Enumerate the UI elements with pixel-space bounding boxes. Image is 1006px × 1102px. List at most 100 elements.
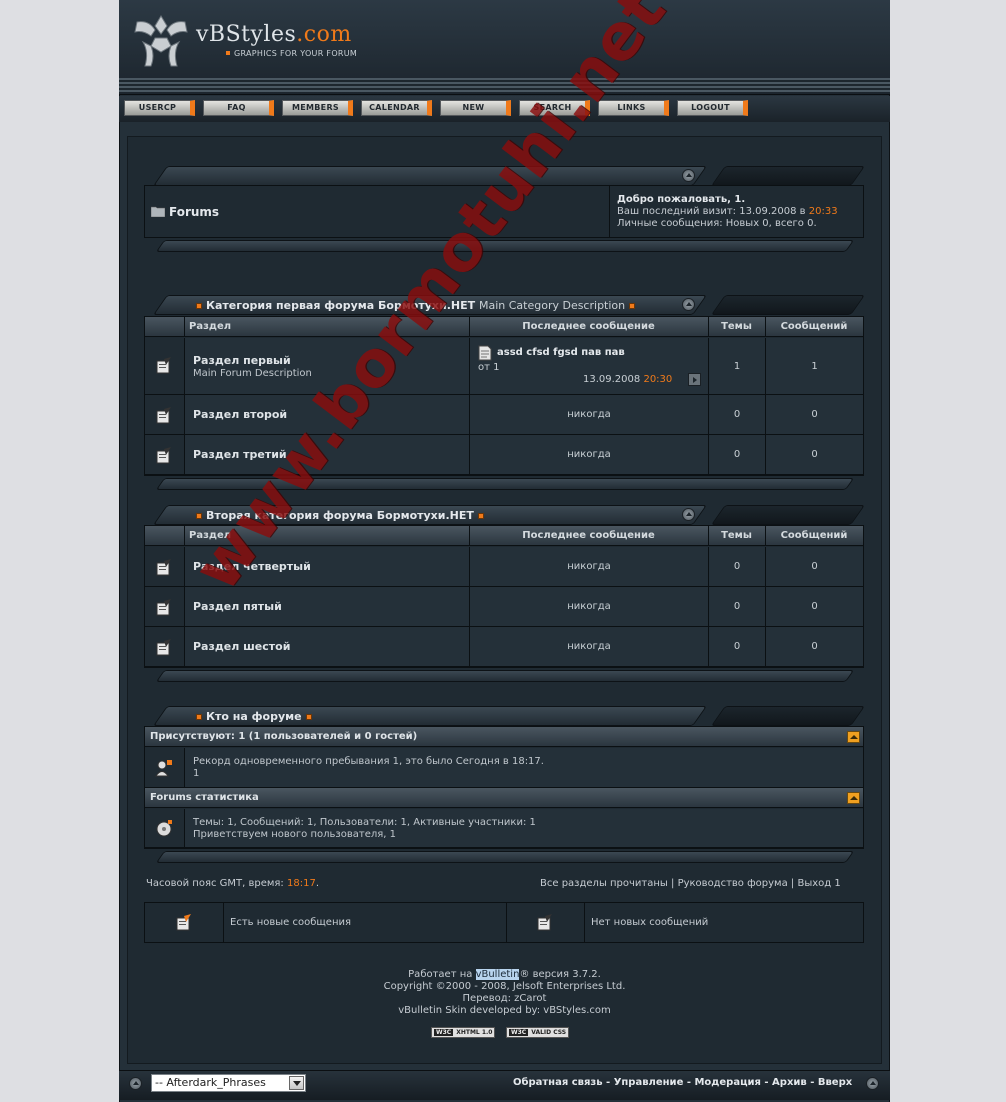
stats-icon xyxy=(156,820,172,837)
style-select[interactable]: -- Afterdark_Phrases xyxy=(151,1074,306,1092)
forum-guide-link[interactable]: Руководство форума xyxy=(678,878,788,889)
forum-posts: 0 xyxy=(765,547,863,586)
nav-calendar-button[interactable]: CALENDAR xyxy=(361,100,432,116)
vbulletin-link[interactable]: vBulletin xyxy=(475,969,520,980)
record-text: Рекорд одновременного пребывания 1, это … xyxy=(193,756,544,767)
category1-header: Раздел Последнее сообщение Темы Сообщени… xyxy=(145,317,863,337)
forum-posts: 0 xyxy=(765,395,863,434)
last-post-author[interactable]: от 1 xyxy=(478,362,499,373)
header xyxy=(119,0,890,95)
forum-threads: 0 xyxy=(708,435,765,474)
collapse-online-icon[interactable] xyxy=(847,731,860,743)
nav-members-button[interactable]: MEMBERS xyxy=(282,100,353,116)
powered-by: Работает на vBulletin® версия 3.7.2. xyxy=(408,969,601,980)
users-online-icon xyxy=(155,760,172,777)
forum-posts: 0 xyxy=(765,435,863,474)
collapse-category2-icon[interactable] xyxy=(682,508,695,521)
last-post-title[interactable]: assd cfsd fgsd пав пав xyxy=(497,347,625,358)
logout-link[interactable]: Выход 1 xyxy=(797,878,840,889)
footer-links: Все разделы прочитаны | Руководство фору… xyxy=(540,878,841,889)
admin-link[interactable]: Управление xyxy=(614,1077,684,1088)
collapse-breadcrumb-icon[interactable] xyxy=(682,169,695,182)
breadcrumb-cap xyxy=(152,166,708,186)
category2-cap-bottom xyxy=(155,670,855,682)
col-last-post[interactable]: Последнее сообщение xyxy=(469,526,708,546)
forum-name[interactable]: Раздел шестой xyxy=(193,640,290,653)
online-row: Рекорд одновременного пребывания 1, это … xyxy=(145,748,863,788)
forum-row: Раздел шестой никогда 0 0 xyxy=(145,627,863,667)
logo-text: vBStyles.com xyxy=(196,22,352,47)
col-threads[interactable]: Темы xyxy=(708,317,765,337)
forum-status-icon xyxy=(156,559,171,576)
online-users-list[interactable]: 1 xyxy=(193,768,199,779)
online-cap-bottom xyxy=(155,851,855,863)
goto-last-post-icon[interactable] xyxy=(688,373,701,386)
timezone-info: Часовой пояс GMT, время: 18:17. xyxy=(146,878,320,889)
col-posts[interactable]: Сообщений xyxy=(765,317,863,337)
logo-icon[interactable] xyxy=(131,12,191,70)
forum-threads: 1 xyxy=(708,338,765,394)
forum-status-icon xyxy=(156,447,171,464)
forum-name[interactable]: Раздел первый xyxy=(193,354,291,367)
nav-new-button[interactable]: NEW xyxy=(440,100,511,116)
legend-no-new-posts: Нет новых сообщений xyxy=(591,917,709,928)
folder-icon xyxy=(151,206,165,217)
xhtml-badge[interactable]: W3C XHTML 1.0 xyxy=(431,1027,496,1038)
newest-member: Приветствуем нового пользователя, 1 xyxy=(193,829,396,840)
online-cap-right xyxy=(710,706,866,726)
archive-link[interactable]: Архив xyxy=(772,1077,807,1088)
forum-last-post: никогда xyxy=(469,587,708,626)
forum-row: Раздел первый Main Forum Description ass… xyxy=(145,338,863,395)
col-posts[interactable]: Сообщений xyxy=(765,526,863,546)
last-visit: Ваш последний визит: 13.09.2008 в 20:33 xyxy=(617,206,838,217)
forum-row: Раздел пятый никогда 0 0 xyxy=(145,587,863,627)
moderation-link[interactable]: Модерация xyxy=(694,1077,760,1088)
nav-usercp-button[interactable]: USERCP xyxy=(124,100,195,116)
online-present-header[interactable]: Присутствуют: 1 (1 пользователей и 0 гос… xyxy=(145,727,863,747)
forum-threads: 0 xyxy=(708,587,765,626)
top-link[interactable]: Вверх xyxy=(818,1077,852,1088)
forum-row: Раздел второй никогда 0 0 xyxy=(145,395,863,435)
forum-posts: 0 xyxy=(765,587,863,626)
forum-last-post: никогда xyxy=(469,435,708,474)
bottom-links: Обратная связь - Управление - Модерация … xyxy=(513,1077,853,1088)
forum-threads: 0 xyxy=(708,627,765,666)
private-messages[interactable]: Личные сообщения: Новых 0, всего 0. xyxy=(617,218,817,229)
chevron-down-icon[interactable] xyxy=(289,1076,304,1090)
nav-faq-button[interactable]: FAQ xyxy=(203,100,274,116)
collapse-stats-icon[interactable] xyxy=(847,792,860,804)
forum-status-icon xyxy=(156,407,171,424)
col-last-post[interactable]: Последнее сообщение xyxy=(469,317,708,337)
welcome-text: Добро пожаловать, 1. xyxy=(617,194,746,205)
logo-tagline: GRAPHICS FOR YOUR FORUM xyxy=(226,49,357,58)
col-forum[interactable]: Раздел xyxy=(189,317,231,337)
new-posts-icon xyxy=(176,914,191,931)
stats-header: Forums статистика xyxy=(145,788,863,808)
last-post-date: 13.09.2008 20:30 xyxy=(583,374,673,385)
copyright-block: Работает на vBulletin® версия 3.7.2. Cop… xyxy=(127,969,882,1017)
forum-name[interactable]: Раздел второй xyxy=(193,408,287,421)
forum-last-post: никогда xyxy=(469,395,708,434)
online-title[interactable]: Кто на форуме xyxy=(192,710,316,723)
forum-status-icon xyxy=(156,357,171,374)
collapse-category1-icon[interactable] xyxy=(682,298,695,311)
scroll-up-right-icon[interactable] xyxy=(866,1077,879,1090)
skin-credit: vBulletin Skin developed by: vBStyles.co… xyxy=(398,1005,611,1016)
stats-text: Темы: 1, Сообщений: 1, Пользователи: 1, … xyxy=(193,817,536,828)
post-icon xyxy=(478,345,492,361)
forum-description: Main Forum Description xyxy=(193,368,312,379)
forum-last-post: никогда xyxy=(469,627,708,666)
mark-read-link[interactable]: Все разделы прочитаны xyxy=(540,878,668,889)
no-new-posts-icon xyxy=(537,914,552,931)
forum-status-icon xyxy=(156,599,171,616)
nav-logout-button[interactable]: LOGOUT xyxy=(677,100,748,116)
stats-row: Темы: 1, Сообщений: 1, Пользователи: 1, … xyxy=(145,809,863,848)
legend-new-posts: Есть новые сообщения xyxy=(230,917,352,928)
breadcrumb-title[interactable]: Forums xyxy=(169,205,219,219)
contact-link[interactable]: Обратная связь xyxy=(513,1077,603,1088)
forum-threads: 0 xyxy=(708,395,765,434)
forum-last-post: никогда xyxy=(469,547,708,586)
scroll-up-left-icon[interactable] xyxy=(129,1077,142,1090)
col-threads[interactable]: Темы xyxy=(708,526,765,546)
css-badge[interactable]: W3C VALID CSS xyxy=(506,1027,570,1038)
